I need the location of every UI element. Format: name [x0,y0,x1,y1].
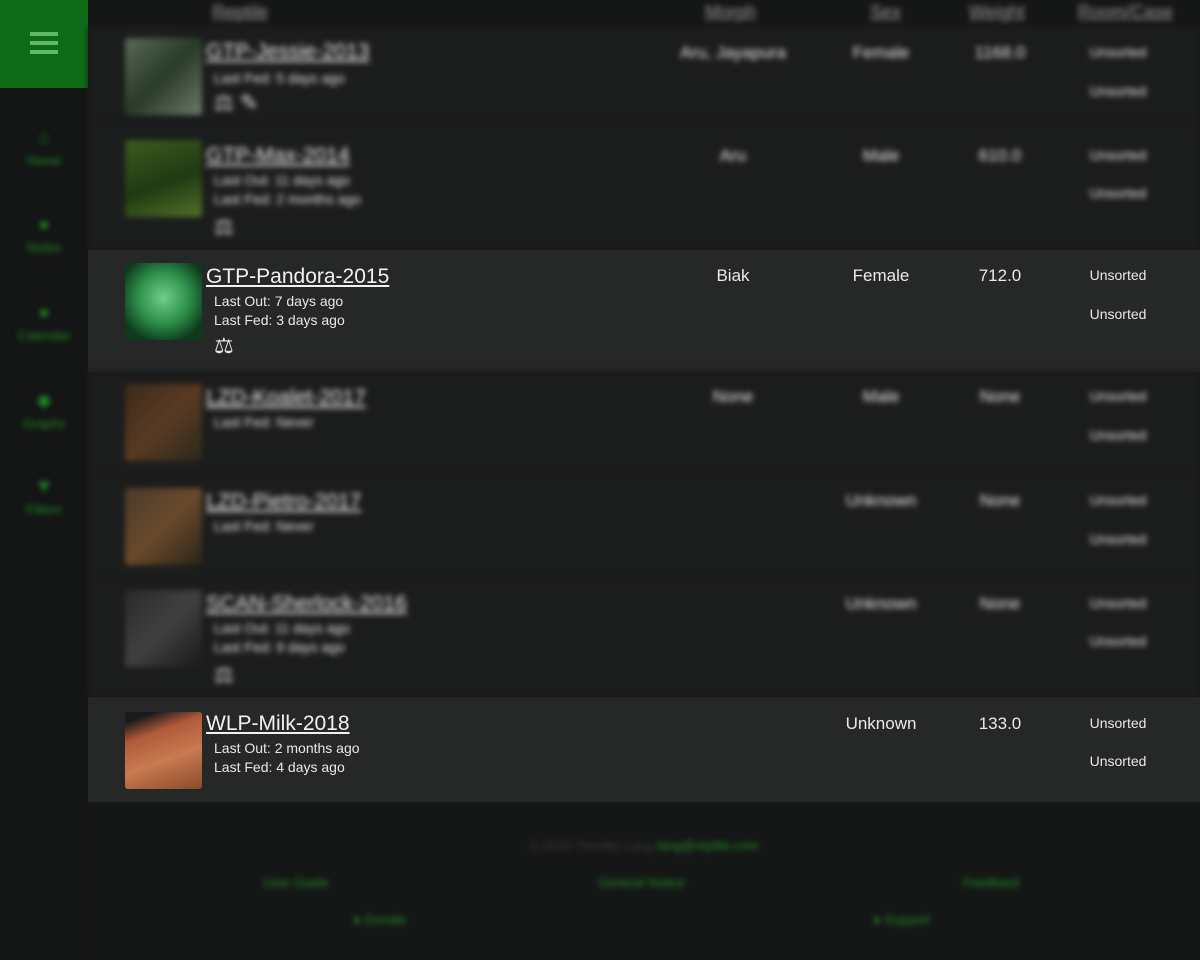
user-guide-link[interactable]: User Guide [263,875,329,890]
reptile-photo[interactable] [125,38,202,115]
main-content: Reptile Morph Sex Weight Room/Case GTP-J… [88,0,1200,960]
sidebar-item-label: Home [26,153,62,168]
header-sex[interactable]: Sex [870,2,901,23]
case-cell: Unsorted [1089,83,1147,99]
room-cell: Unsorted [1089,147,1147,163]
case-cell: Unsorted [1089,306,1147,322]
reptile-name-link[interactable]: GTP-Max-2014 [206,144,350,168]
room-cell: Unsorted [1089,44,1147,60]
table-row[interactable]: WLP-Milk-2018 Last Out: 2 months ago Las… [88,697,1200,802]
footer: © 2019 Timothy Lang lang@reptile.com Use… [88,820,1200,960]
weight-cell: 712.0 [978,266,1022,285]
table-row[interactable]: GTP-Max-2014 Last Out: 11 days ago Last … [88,123,1200,251]
graphs-icon: ◆ [37,390,51,410]
morph-cell: Aru [719,146,747,165]
sidebar-item-label: Calendar [17,328,71,343]
sidebar-item-label: Notes [27,240,61,255]
table-row[interactable]: LZD-Koalet-2017 Last Fed: Never None Mal… [88,371,1200,476]
room-cell: Unsorted [1089,267,1147,283]
sidebar-item-label: Filters [26,502,62,517]
weight-cell: 133.0 [978,714,1022,733]
donate-label: Donate [364,912,407,927]
hamburger-icon [30,32,58,54]
reptile-name-link[interactable]: LZD-Pietro-2017 [206,490,361,514]
sidebar-item-filters[interactable]: ▼ Filters [0,476,88,517]
footer-copyright: © 2019 Timothy Lang lang@reptile.com [88,838,1200,853]
last-fed-text: Last Fed: 5 days ago [214,70,345,86]
reptile-photo[interactable] [125,488,202,565]
reptile-photo[interactable] [125,590,202,667]
sidebar-item-graphs[interactable]: ◆ Graphs [0,390,88,431]
notes-icon: ● [38,214,50,234]
last-out-text: Last Out: 11 days ago [214,172,350,188]
weight-cell: 610.0 [978,146,1022,165]
table-row[interactable]: GTP-Jessie-2013 Last Fed: 5 days ago ⚖ ✎… [88,27,1200,124]
morph-cell: Aru, Jayapura [680,43,786,62]
reptile-name-link[interactable]: GTP-Jessie-2013 [206,40,369,64]
weight-cell: None [979,594,1021,613]
support-link[interactable]: ● Support [873,912,930,927]
weight-cell: None [979,491,1021,510]
support-label: Support [884,912,931,927]
header-reptile[interactable]: Reptile [212,2,268,23]
sidebar-item-label: Graphs [22,416,66,431]
table-header: Reptile Morph Sex Weight Room/Case [88,0,1200,30]
header-morph[interactable]: Morph [705,2,756,23]
last-fed-text: Last Fed: 4 days ago [214,759,345,775]
donate-link[interactable]: ● Donate [353,912,406,927]
last-out-text: Last Out: 7 days ago [214,293,344,309]
reptile-name-link[interactable]: WLP-Milk-2018 [206,712,350,736]
general-notice-link[interactable]: General Notice [598,875,685,890]
reptile-photo[interactable] [125,712,202,789]
sidebar-item-notes[interactable]: ● Notes [0,214,88,255]
sidebar-item-home[interactable]: ⌂ Home [0,127,88,168]
reptile-name-link[interactable]: GTP-Pandora-2015 [206,265,389,289]
case-cell: Unsorted [1089,185,1147,201]
feedback-link[interactable]: Feedback [963,875,1020,890]
sidebar-item-calendar[interactable]: ● Calendar [0,302,88,343]
scale-icon: ⚖ [214,214,234,239]
last-fed-text: Last Fed: 2 months ago [214,191,362,207]
menu-toggle-button[interactable] [0,0,88,88]
reptile-photo[interactable] [125,140,202,217]
email-link[interactable]: lang@reptile.com [657,838,758,853]
scale-icon: ⚖ ✎ [214,90,259,115]
case-cell: Unsorted [1089,427,1147,443]
home-icon: ⌂ [38,127,50,147]
morph-cell: Biak [716,266,750,285]
reptile-name-link[interactable]: SCAN-Sherlock-2016 [206,592,407,616]
table-row[interactable]: LZD-Pietro-2017 Last Fed: Never Unknown … [88,475,1200,580]
case-cell: Unsorted [1089,633,1147,649]
scale-icon: ⚖ [214,333,234,358]
last-fed-text: Last Fed: 9 days ago [214,639,345,655]
reptile-name-link[interactable]: LZD-Koalet-2017 [206,386,366,410]
last-fed-text: Last Fed: 3 days ago [214,312,345,328]
copyright-text: © 2019 Timothy Lang [529,838,654,853]
case-cell: Unsorted [1089,753,1147,769]
case-cell: Unsorted [1089,531,1147,547]
calendar-icon: ● [38,302,50,322]
room-cell: Unsorted [1089,595,1147,611]
room-cell: Unsorted [1089,492,1147,508]
table-row[interactable]: SCAN-Sherlock-2016 Last Out: 11 days ago… [88,579,1200,698]
header-room[interactable]: Room/Case [1078,2,1173,23]
last-out-text: Last Out: 11 days ago [214,620,350,636]
sidebar: ⌂ Home ● Notes ● Calendar ◆ Graphs ▼ Fil… [0,0,88,960]
last-fed-text: Last Fed: Never [214,414,314,430]
reptile-photo[interactable] [125,384,202,461]
reptile-photo[interactable] [125,263,202,340]
header-weight[interactable]: Weight [969,2,1025,23]
filter-icon: ▼ [35,476,53,496]
last-fed-text: Last Fed: Never [214,518,314,534]
weight-cell: 1168.0 [974,43,1026,62]
room-cell: Unsorted [1089,388,1147,404]
table-row[interactable]: GTP-Pandora-2015 Last Out: 7 days ago La… [88,250,1200,372]
morph-cell: None [712,387,754,406]
scale-icon: ⚖ [214,662,234,687]
weight-cell: None [979,387,1021,406]
room-cell: Unsorted [1089,715,1147,731]
last-out-text: Last Out: 2 months ago [214,740,360,756]
